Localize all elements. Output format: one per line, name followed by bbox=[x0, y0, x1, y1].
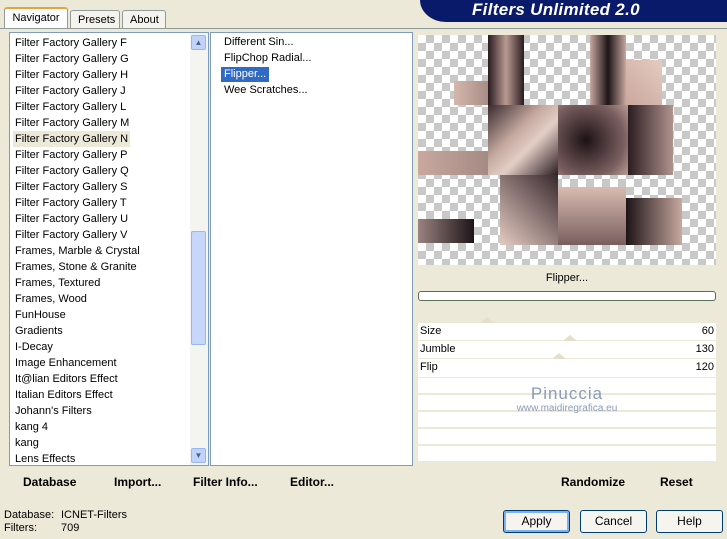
category-item[interactable]: Filter Factory Gallery P bbox=[13, 147, 129, 163]
category-item[interactable]: Filter Factory Gallery V bbox=[13, 227, 129, 243]
category-item[interactable]: Filter Factory Gallery G bbox=[13, 51, 131, 67]
slider-empty-row bbox=[418, 428, 716, 444]
watermark-url: www.maidiregrafica.eu bbox=[516, 403, 618, 414]
help-button[interactable]: Help bbox=[656, 510, 723, 533]
slider-value: 130 bbox=[695, 343, 714, 355]
status-filters-label: Filters: bbox=[4, 522, 37, 534]
filter-item[interactable]: Flipper... bbox=[221, 67, 270, 82]
filter-list[interactable]: Different Sin... FlipChop Radial... Flippe… bbox=[210, 32, 413, 466]
status-database-label: Database: bbox=[4, 509, 55, 521]
filter-info-button[interactable]: Filter Info... bbox=[193, 473, 258, 491]
import-button[interactable]: Import... bbox=[114, 473, 161, 491]
scroll-thumb[interactable] bbox=[191, 231, 206, 345]
slider-label: Jumble bbox=[420, 343, 456, 355]
preview-image bbox=[418, 35, 716, 265]
filter-item[interactable]: Different Sin... bbox=[221, 35, 297, 50]
slider-value: 120 bbox=[695, 361, 714, 373]
category-item[interactable]: Frames, Textured bbox=[13, 275, 102, 291]
reset-button[interactable]: Reset bbox=[660, 473, 693, 491]
watermark: Pinuccia www.maidiregrafica.eu bbox=[418, 385, 716, 415]
category-item[interactable]: Frames, Wood bbox=[13, 291, 89, 307]
category-item[interactable]: Filter Factory Gallery U bbox=[13, 211, 130, 227]
category-scrollbar[interactable]: ▲ ▼ bbox=[190, 33, 208, 465]
slider-value: 60 bbox=[701, 325, 714, 337]
category-item[interactable]: Filter Factory Gallery L bbox=[13, 99, 128, 115]
filter-item[interactable]: Wee Scratches... bbox=[221, 83, 311, 98]
category-item[interactable]: It@lian Editors Effect bbox=[13, 371, 120, 387]
category-item[interactable]: Filter Factory Gallery S bbox=[13, 179, 129, 195]
scroll-down-button[interactable]: ▼ bbox=[191, 448, 206, 463]
status-database-value: ICNET-Filters bbox=[61, 509, 127, 521]
slider-empty-row bbox=[418, 445, 716, 461]
editor-button[interactable]: Editor... bbox=[290, 473, 334, 491]
category-item[interactable]: Filter Factory Gallery F bbox=[13, 35, 129, 51]
slider-label: Size bbox=[420, 325, 442, 337]
category-item[interactable]: FunHouse bbox=[13, 307, 68, 323]
filter-item[interactable]: FlipChop Radial... bbox=[221, 51, 314, 66]
category-item[interactable]: Lens Effects bbox=[13, 451, 77, 465]
slider-label: Flip bbox=[420, 361, 438, 373]
category-item[interactable]: Gradients bbox=[13, 323, 65, 339]
category-item[interactable]: kang bbox=[13, 435, 41, 451]
filter-name-label: Flipper... bbox=[545, 272, 589, 284]
tab-panel-border bbox=[0, 28, 727, 29]
scroll-up-button[interactable]: ▲ bbox=[191, 35, 206, 50]
category-item[interactable]: Filter Factory Gallery N bbox=[13, 131, 131, 147]
navigator-button-bar: Database Import... Filter Info... Editor… bbox=[9, 468, 413, 494]
progress-bar bbox=[418, 291, 716, 301]
category-item[interactable]: Filter Factory Gallery T bbox=[13, 195, 129, 211]
app-title: Filters Unlimited 2.0 bbox=[472, 0, 640, 19]
category-item[interactable]: I-Decay bbox=[13, 339, 55, 355]
category-item[interactable]: Image Enhancement bbox=[13, 355, 119, 371]
category-list[interactable]: Filter Factory Gallery F Filter Factory G… bbox=[9, 32, 209, 466]
database-button[interactable]: Database bbox=[23, 473, 76, 491]
category-item[interactable]: Filter Factory Gallery Q bbox=[13, 163, 131, 179]
slider-thumb-jumble[interactable] bbox=[563, 335, 577, 341]
preview-button-bar: Randomize Reset bbox=[418, 468, 718, 494]
category-item[interactable]: Johann's Filters bbox=[13, 403, 94, 419]
category-item[interactable]: Italian Editors Effect bbox=[13, 387, 115, 403]
slider-thumb-size[interactable] bbox=[480, 317, 494, 323]
status-filters-value: 709 bbox=[61, 522, 80, 534]
tab-presets[interactable]: Presets bbox=[70, 10, 120, 29]
tab-about[interactable]: About bbox=[122, 10, 166, 29]
randomize-button[interactable]: Randomize bbox=[561, 473, 625, 491]
category-item[interactable]: Frames, Stone & Granite bbox=[13, 259, 139, 275]
watermark-name: Pinuccia bbox=[530, 384, 604, 403]
category-item[interactable]: Frames, Marble & Crystal bbox=[13, 243, 142, 259]
slider-jumble[interactable]: Jumble 130 bbox=[418, 335, 716, 359]
slider-flip[interactable]: Flip 120 bbox=[418, 353, 716, 377]
slider-thumb-flip[interactable] bbox=[552, 353, 566, 359]
category-item[interactable]: Filter Factory Gallery H bbox=[13, 67, 130, 83]
category-item[interactable]: Filter Factory Gallery J bbox=[13, 83, 128, 99]
category-item[interactable]: Filter Factory Gallery M bbox=[13, 115, 131, 131]
apply-button[interactable]: Apply bbox=[503, 510, 570, 533]
category-item[interactable]: kang 4 bbox=[13, 419, 50, 435]
cancel-button[interactable]: Cancel bbox=[580, 510, 647, 533]
tab-navigator[interactable]: Navigator bbox=[4, 7, 68, 29]
